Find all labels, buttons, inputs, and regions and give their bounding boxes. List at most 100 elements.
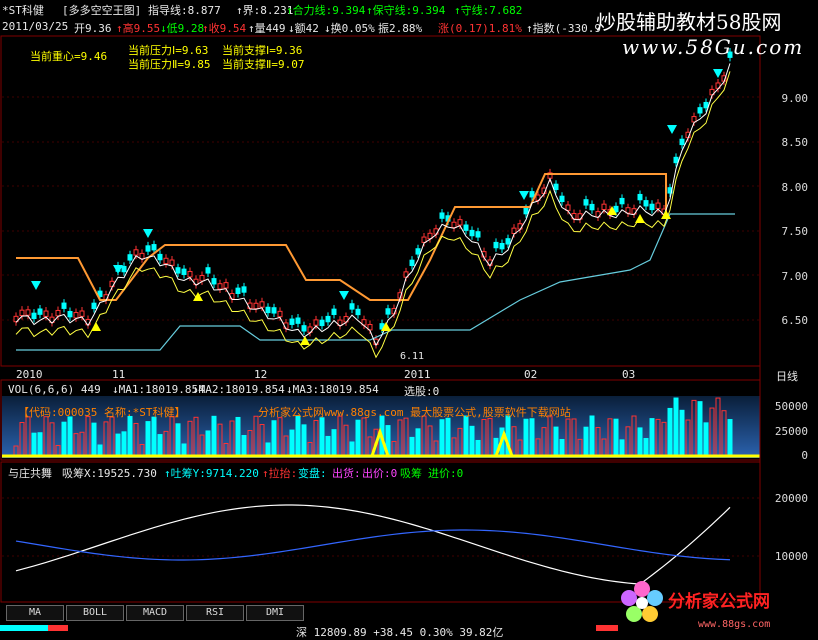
volume-bar: [643, 438, 649, 457]
candle-body: [499, 242, 505, 250]
candle-body: [325, 315, 331, 323]
candle-body: [289, 318, 295, 325]
status-progress-red: [48, 625, 68, 631]
volume-bar: [697, 401, 703, 457]
tab-macd[interactable]: MACD: [126, 605, 184, 621]
volume-bar: [265, 442, 271, 457]
logo-text: 分析家公式网: [668, 591, 770, 612]
volume-bar: [37, 432, 43, 457]
volume-bar: [241, 435, 247, 457]
price-tick: 9.00: [781, 92, 809, 105]
month-label: 02: [524, 368, 538, 381]
ind-jinjia: 进价:0: [428, 467, 464, 480]
volume-bar: [121, 431, 127, 457]
volume-bar: [703, 422, 709, 457]
candle-body: [43, 310, 49, 317]
logo-url: www.88gs.com: [698, 619, 770, 630]
month-label: 2010: [16, 368, 43, 381]
candle-body: [241, 286, 247, 293]
volume-bar: [469, 425, 475, 457]
volume-bar: [271, 420, 277, 457]
candle-body: [691, 116, 697, 123]
candle-body: [295, 317, 301, 324]
candle-body: [151, 244, 157, 251]
watermark-url: www.58Gu.com: [622, 35, 805, 59]
candle-body: [91, 302, 97, 310]
month-label: 03: [622, 368, 636, 381]
candle-body: [31, 312, 37, 320]
candle-body: [475, 231, 481, 238]
vol-tick: 25000: [774, 425, 808, 438]
candle-body: [679, 138, 685, 146]
candle-body: [553, 183, 559, 191]
volume-bar: [319, 417, 325, 457]
press2-label: 当前压力Ⅱ=9.85: [128, 58, 211, 71]
candle-body: [199, 275, 205, 282]
kline-chart[interactable]: [0, 0, 818, 639]
volume-bar: [475, 439, 481, 457]
candle-body: [439, 212, 445, 219]
candle-body: [529, 191, 535, 198]
volume-bar: [415, 428, 421, 457]
code-line: 【代码:000035 名称:*ST科健】: [18, 406, 186, 419]
candle-body: [637, 193, 643, 201]
volume-bar: [619, 439, 625, 457]
candle-body: [697, 107, 703, 114]
volume-bar: [727, 419, 733, 457]
tab-ma[interactable]: MA: [6, 605, 64, 621]
volume-bar: [673, 397, 679, 457]
candle-body: [313, 319, 319, 326]
candle-body: [277, 310, 283, 318]
volume-bar: [91, 422, 97, 457]
volume-bar: [589, 415, 595, 457]
price-tick: 6.50: [781, 314, 809, 327]
volume-bar: [151, 416, 157, 457]
tab-rsi[interactable]: RSI: [186, 605, 244, 621]
candle-body: [703, 101, 709, 109]
candle-body: [523, 207, 529, 215]
candle-body: [415, 248, 421, 255]
ind-tick: 10000: [774, 550, 808, 563]
candle-body: [601, 203, 607, 211]
volume-bar: [115, 433, 121, 457]
volume-bar: [439, 419, 445, 457]
tab-boll[interactable]: BOLL: [66, 605, 124, 621]
vol-ma2: ↓MA2:18019.854: [192, 383, 285, 396]
volume-bar: [409, 436, 415, 457]
volume-bar: [649, 418, 655, 457]
month-label: 11: [112, 368, 126, 381]
volume-bar: [583, 426, 589, 457]
volume-bar: [331, 429, 337, 457]
market-index: 深 12809.89 +38.45 0.30% 39.82亿: [296, 626, 504, 639]
volume-bar: [667, 407, 673, 457]
volume-bar: [553, 426, 559, 457]
candle-body: [349, 303, 355, 310]
volume-bar: [181, 443, 187, 457]
center-line-label: 当前重心=9.46: [30, 50, 108, 63]
volume-bar: [211, 415, 217, 457]
flower-icon: [621, 581, 663, 622]
period-label[interactable]: 日线: [776, 368, 798, 384]
candle-body: [589, 203, 595, 211]
low-marker: 6.11: [400, 351, 425, 362]
ind-chuhuo: 出货:: [332, 467, 361, 480]
support2-label: 当前支撑Ⅱ=9.07: [222, 58, 305, 71]
candle-body: [457, 219, 463, 226]
candle-body: [79, 310, 85, 317]
candle-body: [493, 241, 499, 249]
candle-body: [157, 253, 163, 261]
volume-bar: [295, 415, 301, 457]
price-tick: 7.00: [781, 270, 809, 283]
month-label: 12: [254, 368, 268, 381]
candle-body: [127, 254, 133, 261]
vol-ma1: ↓MA1:18019.854: [112, 383, 205, 396]
price-tick: 8.00: [781, 181, 809, 194]
volume-bar: [235, 416, 241, 457]
ind-xichou2: 吸筹: [400, 467, 422, 480]
volume-bar: [175, 423, 181, 457]
tab-dmi[interactable]: DMI: [246, 605, 304, 621]
candle-body: [271, 307, 277, 314]
candle-body: [181, 268, 187, 275]
volume-bar: [97, 444, 103, 457]
month-label: 2011: [404, 368, 431, 381]
